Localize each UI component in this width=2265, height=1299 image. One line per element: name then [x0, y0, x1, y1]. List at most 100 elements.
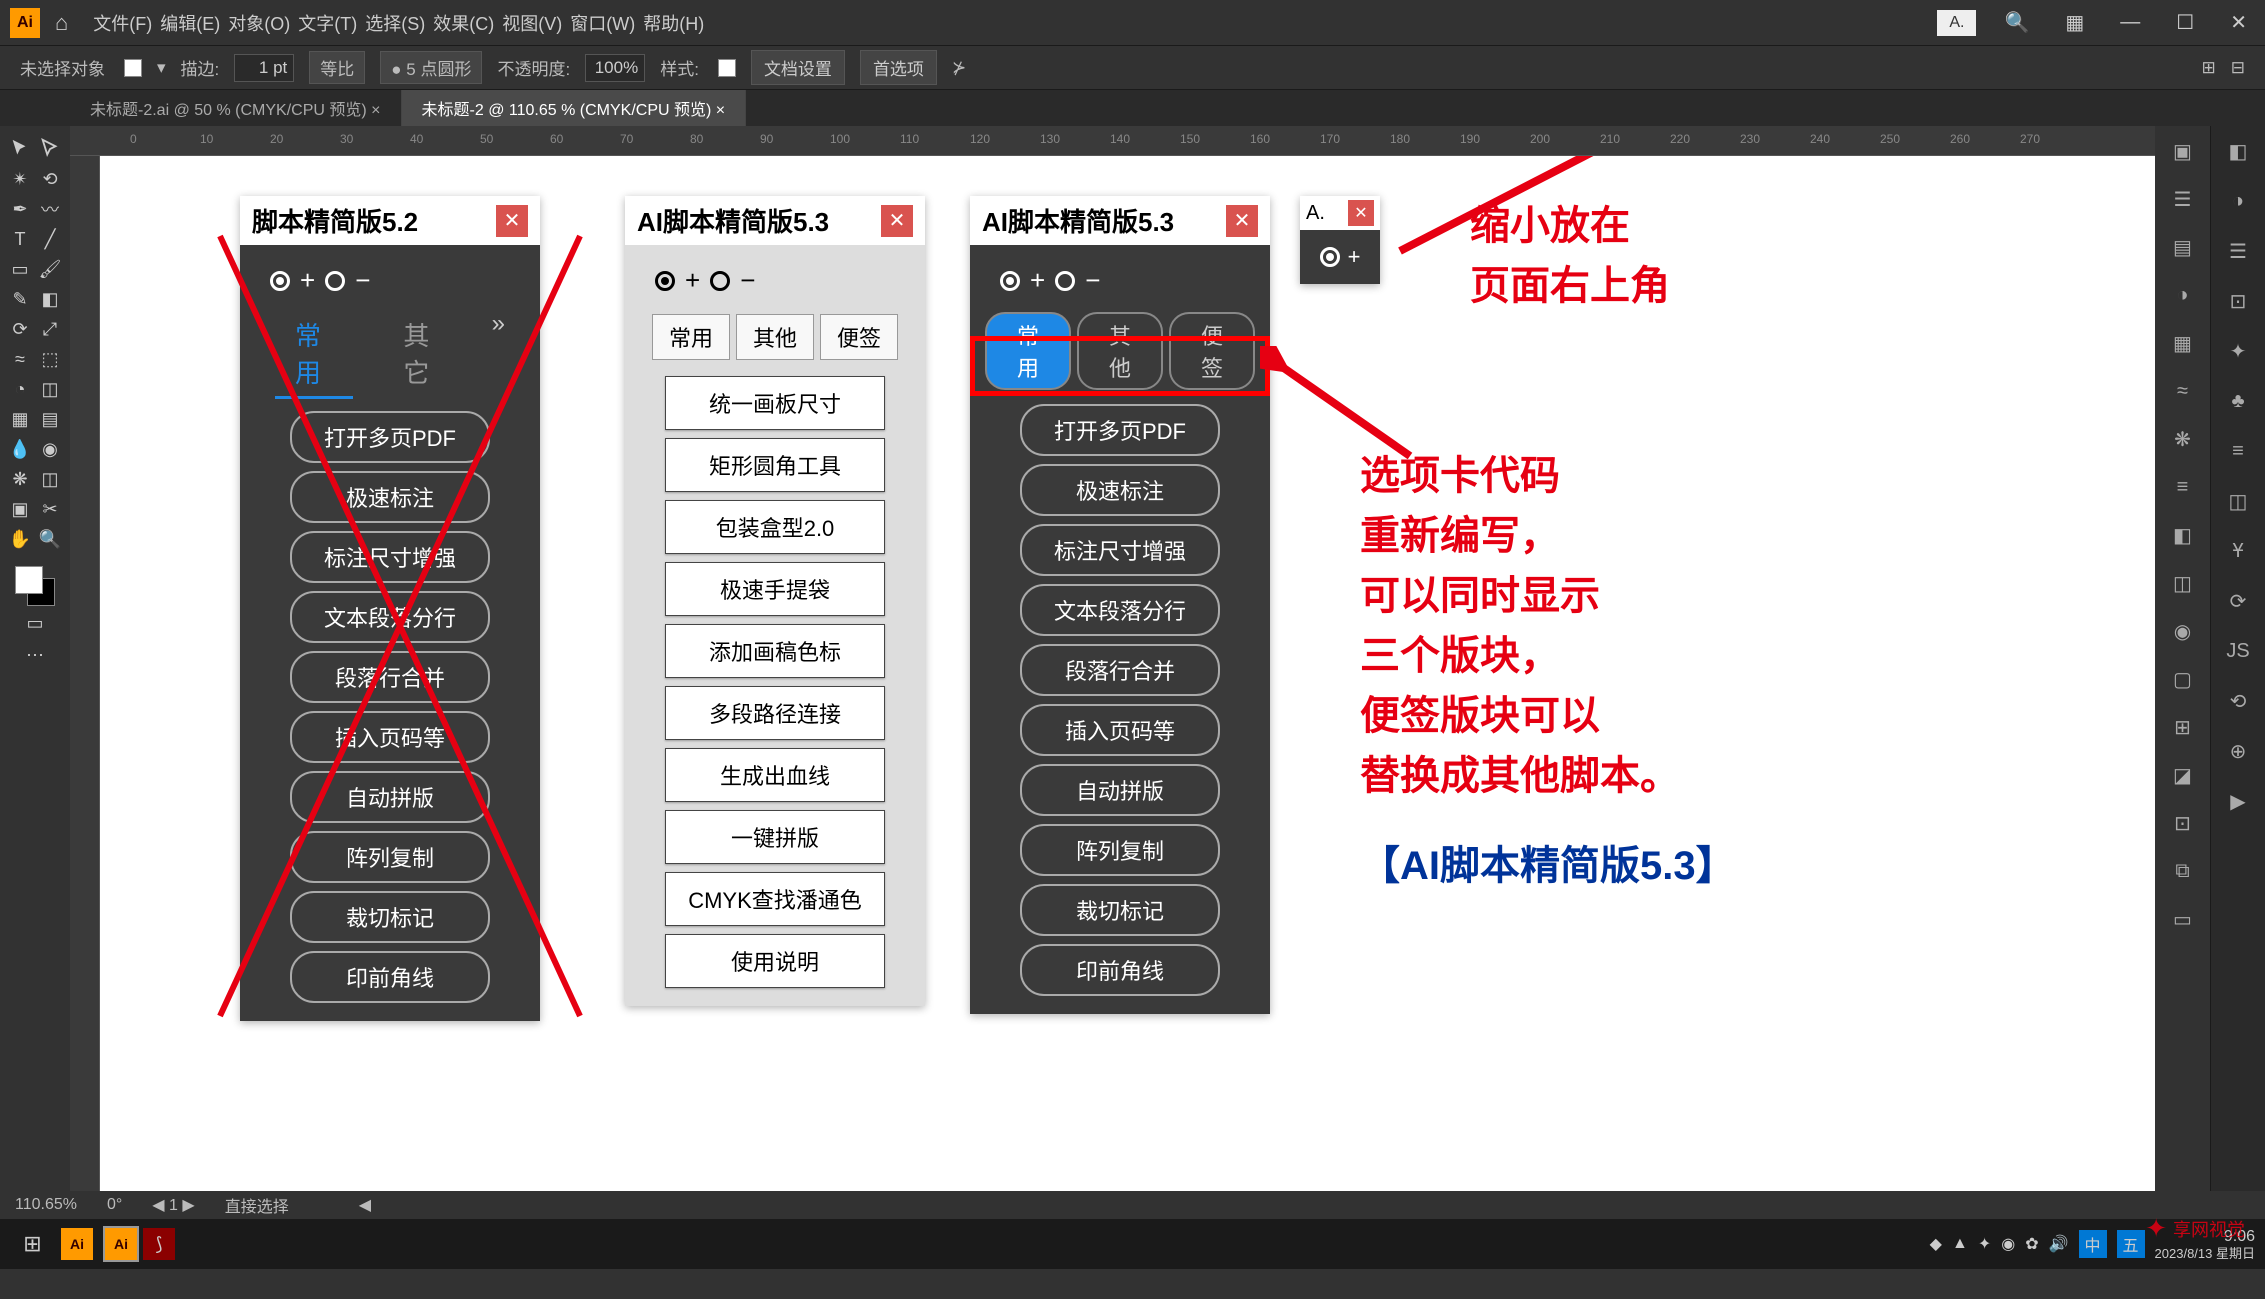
btn-para-merge[interactable]: 段落行合并 — [290, 651, 490, 703]
btn-help[interactable]: 使用说明 — [665, 934, 885, 988]
tray-icon[interactable]: ▲ — [1952, 1235, 1968, 1253]
edit-toolbar-icon[interactable]: ⋯ — [20, 640, 50, 670]
btn-insert-page[interactable]: 插入页码等 — [290, 711, 490, 763]
eraser-tool[interactable]: ◧ — [35, 284, 65, 314]
rect-tool[interactable]: ▭ — [5, 254, 35, 284]
btn-dim-enhance[interactable]: 标注尺寸增强 — [1020, 524, 1220, 576]
tab-common[interactable]: 常用 — [275, 310, 353, 399]
properties-icon[interactable]: ▣ — [2168, 136, 2198, 166]
home-icon[interactable]: ⌂ — [55, 10, 68, 36]
snap-icon[interactable]: ⊟ — [2231, 58, 2245, 78]
taskbar-ai-1[interactable]: Ai — [61, 1228, 93, 1260]
tray-icon[interactable]: ✦ — [1978, 1234, 1991, 1254]
menu-select[interactable]: 选择(S) — [365, 10, 425, 36]
btn-open-pdf[interactable]: 打开多页PDF — [1020, 404, 1220, 456]
btn-prepress-corner[interactable]: 印前角线 — [290, 951, 490, 1003]
ime-wubi[interactable]: 五 — [2117, 1230, 2145, 1258]
uniform-dropdown[interactable]: 等比 — [309, 51, 365, 84]
btn-para-merge[interactable]: 段落行合并 — [1020, 644, 1220, 696]
btn-cmyk-pantone[interactable]: CMYK查找潘通色 — [665, 872, 885, 926]
panel-icon[interactable]: Ұ — [2223, 536, 2253, 566]
mesh-tool[interactable]: ▦ — [5, 404, 35, 434]
panel-icon[interactable]: ⊕ — [2223, 736, 2253, 766]
perspective-tool[interactable]: ◫ — [35, 374, 65, 404]
graph-tool[interactable]: ◫ — [35, 464, 65, 494]
free-transform-tool[interactable]: ⬚ — [35, 344, 65, 374]
menu-object[interactable]: 对象(O) — [228, 10, 290, 36]
curvature-tool[interactable]: 〰 — [35, 194, 65, 224]
panel-icon[interactable]: ⊡ — [2223, 286, 2253, 316]
brush-dropdown[interactable]: ● 5 点圆形 — [380, 51, 482, 84]
close-icon[interactable]: ✕ — [1226, 205, 1258, 237]
start-button[interactable]: ⊞ — [10, 1224, 55, 1264]
opacity-value[interactable]: 100% — [585, 54, 645, 82]
btn-insert-page[interactable]: 插入页码等 — [1020, 704, 1220, 756]
brushes-icon[interactable]: ≈ — [2168, 376, 2198, 406]
panel-icon[interactable]: ⟲ — [2223, 686, 2253, 716]
panel-icon[interactable]: ◫ — [2223, 486, 2253, 516]
btn-prepress-corner[interactable]: 印前角线 — [1020, 944, 1220, 996]
docked-mini-panel[interactable]: A. — [1937, 10, 1976, 36]
selection-tool[interactable] — [5, 134, 35, 164]
appearance-icon[interactable]: ◉ — [2168, 616, 2198, 646]
scale-tool[interactable]: ⤢ — [35, 314, 65, 344]
panel-icon[interactable]: ▶ — [2223, 786, 2253, 816]
color-swatch[interactable] — [15, 566, 55, 606]
taskbar-ai-2[interactable]: Ai — [105, 1228, 137, 1260]
search-icon[interactable]: 🔍 — [1996, 10, 2037, 35]
arrange-icon[interactable]: ▦ — [2057, 10, 2092, 35]
swatches-icon[interactable]: ▦ — [2168, 328, 2198, 358]
btn-one-impose[interactable]: 一键拼版 — [665, 810, 885, 864]
menu-effect[interactable]: 效果(C) — [433, 10, 494, 36]
panel-icon[interactable]: ◧ — [2223, 136, 2253, 166]
panel-icon[interactable]: ◑ — [2223, 186, 2253, 216]
shape-builder-tool[interactable]: ◔ — [5, 374, 35, 404]
btn-crop-marks[interactable]: 裁切标记 — [290, 891, 490, 943]
pathfinder-icon[interactable]: ◪ — [2168, 760, 2198, 790]
artboard-tool[interactable]: ▣ — [5, 494, 35, 524]
close-icon[interactable]: ✕ — [496, 205, 528, 237]
close-icon[interactable]: ✕ — [1348, 200, 1374, 226]
btn-fast-annotate[interactable]: 极速标注 — [1020, 464, 1220, 516]
gradient-icon[interactable]: ◧ — [2168, 520, 2198, 550]
menu-help[interactable]: 帮助(H) — [643, 10, 704, 36]
panel-icon[interactable]: ✦ — [2223, 336, 2253, 366]
lasso-tool[interactable]: ⟲ — [35, 164, 65, 194]
chevron-right-icon[interactable]: » — [492, 310, 505, 399]
eyedropper-tool[interactable]: 💧 — [5, 434, 35, 464]
radio-on-icon[interactable] — [1000, 271, 1020, 291]
panel-icon[interactable]: ⟳ — [2223, 586, 2253, 616]
rotate-angle[interactable]: 0° — [107, 1196, 122, 1214]
libraries-icon[interactable]: ▤ — [2168, 232, 2198, 262]
btn-handbag[interactable]: 极速手提袋 — [665, 562, 885, 616]
line-tool[interactable]: ╱ — [35, 224, 65, 254]
color-icon[interactable]: ◑ — [2168, 280, 2198, 310]
tab-other[interactable]: 其它 — [383, 310, 461, 399]
artboards-icon[interactable]: ▭ — [2168, 904, 2198, 934]
panel-icon[interactable]: ♣ — [2223, 386, 2253, 416]
zoom-level[interactable]: 110.65% — [15, 1196, 77, 1214]
scroll-left-icon[interactable]: ◀ — [359, 1195, 371, 1215]
btn-dim-enhance[interactable]: 标注尺寸增强 — [290, 531, 490, 583]
radio-on-icon[interactable] — [270, 271, 290, 291]
menu-window[interactable]: 窗口(W) — [570, 10, 635, 36]
panel-icon[interactable]: JS — [2223, 636, 2253, 666]
radio-off-icon[interactable] — [1055, 271, 1075, 291]
layers-icon[interactable]: ☰ — [2168, 184, 2198, 214]
stroke-value[interactable]: 1 pt — [234, 54, 294, 82]
radio-on-icon[interactable] — [655, 271, 675, 291]
hand-tool[interactable]: ✋ — [5, 524, 35, 554]
btn-bleed-line[interactable]: 生成出血线 — [665, 748, 885, 802]
tab-common[interactable]: 常用 — [652, 314, 730, 360]
doc-tab-2[interactable]: 未标题-2 @ 110.65 % (CMYK/CPU 预览) × — [402, 90, 747, 126]
taskbar-app[interactable]: ⟆ — [143, 1228, 175, 1260]
screen-mode-icon[interactable]: ▭ — [20, 608, 50, 638]
close-button[interactable]: ✕ — [2222, 10, 2255, 35]
tray-icon[interactable]: ◉ — [2001, 1234, 2015, 1254]
maximize-button[interactable]: ☐ — [2168, 10, 2202, 35]
btn-fast-annotate[interactable]: 极速标注 — [290, 471, 490, 523]
symbols-icon[interactable]: ❋ — [2168, 424, 2198, 454]
direct-select-tool[interactable] — [35, 134, 65, 164]
width-tool[interactable]: ≈ — [5, 344, 35, 374]
menu-file[interactable]: 文件(F) — [93, 10, 152, 36]
